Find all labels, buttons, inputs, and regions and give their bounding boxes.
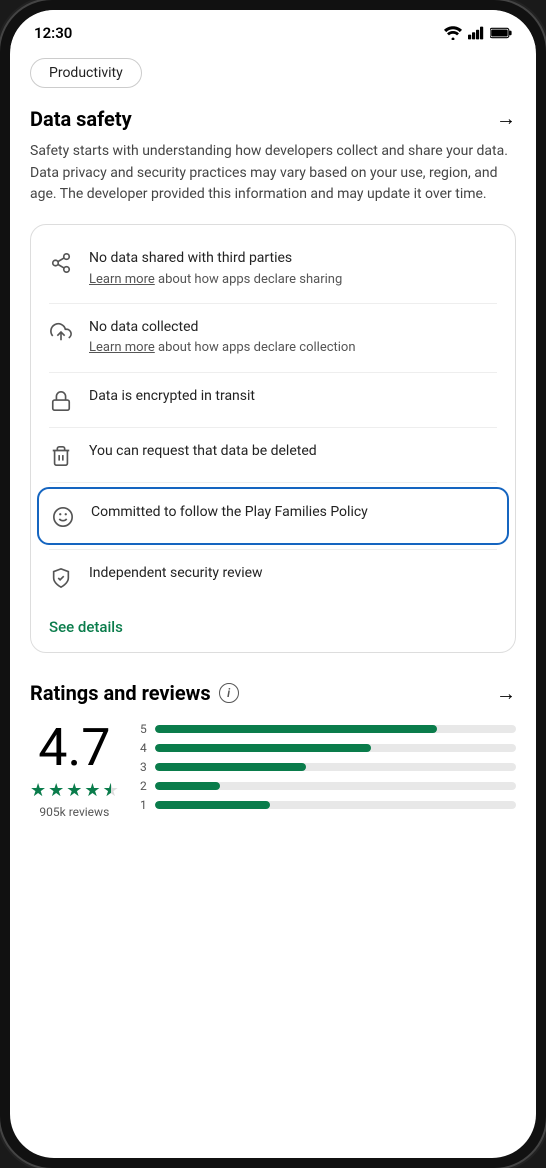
bar-row-3: 3 bbox=[139, 760, 516, 774]
ratings-title: Ratings and reviews bbox=[30, 681, 211, 705]
bar-fill-1 bbox=[155, 801, 271, 809]
bar-label-5: 5 bbox=[139, 722, 147, 736]
safety-item-no-sharing: No data shared with third parties Learn … bbox=[31, 235, 515, 303]
wifi-icon bbox=[444, 26, 462, 40]
rating-number: 4.7 bbox=[30, 722, 119, 774]
safety-item-deletable: You can request that data be deleted bbox=[31, 428, 515, 482]
safety-card: No data shared with third parties Learn … bbox=[30, 224, 516, 653]
bar-label-4: 4 bbox=[139, 741, 147, 755]
deletable-main: You can request that data be deleted bbox=[89, 442, 497, 462]
status-time: 12:30 bbox=[34, 24, 72, 42]
bar-row-1: 1 bbox=[139, 798, 516, 812]
star-3: ★ bbox=[66, 780, 82, 801]
safety-item-no-collection: No data collected Learn more about how a… bbox=[31, 304, 515, 372]
data-safety-header: Data safety → bbox=[30, 106, 516, 131]
bar-fill-2 bbox=[155, 782, 220, 790]
no-sharing-main: No data shared with third parties bbox=[89, 249, 497, 269]
data-safety-title: Data safety bbox=[30, 107, 132, 131]
no-sharing-sub: Learn more about how apps declare sharin… bbox=[89, 271, 497, 289]
bars-container: 5 4 3 bbox=[139, 722, 516, 817]
safety-item-encrypted: Data is encrypted in transit bbox=[31, 373, 515, 427]
bar-track-4 bbox=[155, 744, 516, 752]
star-4: ★ bbox=[84, 780, 100, 801]
deletable-text: You can request that data be deleted bbox=[89, 442, 497, 462]
smiley-icon bbox=[51, 505, 75, 529]
data-safety-arrow-icon[interactable]: → bbox=[496, 106, 516, 131]
bar-fill-4 bbox=[155, 744, 372, 752]
bar-track-2 bbox=[155, 782, 516, 790]
bar-fill-5 bbox=[155, 725, 437, 733]
battery-icon bbox=[490, 26, 512, 40]
bar-label-3: 3 bbox=[139, 760, 147, 774]
no-collection-main: No data collected bbox=[89, 318, 497, 338]
bar-track-5 bbox=[155, 725, 516, 733]
lock-icon bbox=[49, 389, 73, 413]
ratings-content: 4.7 ★ ★ ★ ★ ★★ 905k reviews 5 bbox=[30, 722, 516, 819]
shield-check-icon bbox=[49, 566, 73, 590]
safety-item-families: Committed to follow the Play Families Po… bbox=[37, 487, 509, 545]
no-collection-text: No data collected Learn more about how a… bbox=[89, 318, 497, 358]
ratings-header: Ratings and reviews i → bbox=[30, 681, 516, 706]
star-2: ★ bbox=[48, 780, 64, 801]
reviews-count: 905k reviews bbox=[30, 805, 119, 819]
no-collection-sub: Learn more about how apps declare collec… bbox=[89, 339, 497, 357]
bar-row-5: 5 bbox=[139, 722, 516, 736]
star-half: ★★ bbox=[103, 780, 119, 801]
families-text: Committed to follow the Play Families Po… bbox=[91, 503, 495, 523]
status-icons bbox=[444, 26, 512, 40]
star-1: ★ bbox=[30, 780, 46, 801]
bar-label-1: 1 bbox=[139, 798, 147, 812]
upload-icon bbox=[49, 320, 73, 344]
encrypted-text: Data is encrypted in transit bbox=[89, 387, 497, 407]
ratings-title-group: Ratings and reviews i bbox=[30, 681, 239, 705]
bar-fill-3 bbox=[155, 763, 307, 771]
no-sharing-text: No data shared with third parties Learn … bbox=[89, 249, 497, 289]
share-icon bbox=[49, 251, 73, 275]
trash-icon bbox=[49, 444, 73, 468]
signal-icon bbox=[468, 26, 484, 40]
ratings-arrow-icon[interactable]: → bbox=[496, 681, 516, 706]
security-review-main: Independent security review bbox=[89, 564, 497, 584]
category-label: Productivity bbox=[49, 65, 123, 81]
security-review-text: Independent security review bbox=[89, 564, 497, 584]
stars: ★ ★ ★ ★ ★★ bbox=[30, 780, 119, 801]
phone-screen: 12:30 bbox=[10, 10, 536, 1158]
info-icon[interactable]: i bbox=[219, 683, 239, 703]
status-bar: 12:30 bbox=[10, 10, 536, 48]
bar-track-3 bbox=[155, 763, 516, 771]
data-safety-description: Safety starts with understanding how dev… bbox=[30, 141, 516, 206]
bar-row-2: 2 bbox=[139, 779, 516, 793]
category-chip[interactable]: Productivity bbox=[30, 58, 142, 88]
bar-track-1 bbox=[155, 801, 516, 809]
families-main: Committed to follow the Play Families Po… bbox=[91, 503, 495, 523]
phone-frame: 12:30 bbox=[0, 0, 546, 1168]
big-rating: 4.7 ★ ★ ★ ★ ★★ 905k reviews bbox=[30, 722, 119, 819]
safety-item-security-review: Independent security review bbox=[31, 550, 515, 604]
encrypted-main: Data is encrypted in transit bbox=[89, 387, 497, 407]
bar-label-2: 2 bbox=[139, 779, 147, 793]
bar-row-4: 4 bbox=[139, 741, 516, 755]
main-content: Productivity Data safety → Safety starts… bbox=[10, 48, 536, 1158]
see-details-link[interactable]: See details bbox=[31, 604, 515, 642]
